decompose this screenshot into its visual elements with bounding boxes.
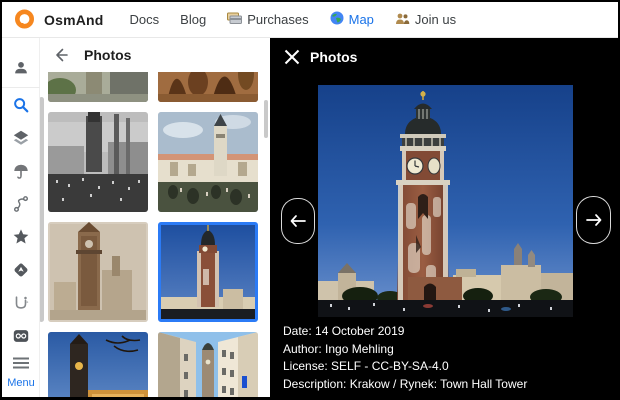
photo-thumbnail-4[interactable] xyxy=(158,112,258,212)
sidebar-item-search[interactable] xyxy=(2,93,40,117)
photo-thumbnail-3[interactable] xyxy=(48,112,148,212)
sidebar-item-plugins[interactable] xyxy=(2,324,40,348)
photo-thumbnail-8[interactable] xyxy=(158,332,258,397)
hamburger-menu-icon xyxy=(12,357,30,369)
meta-license: License: SELF - CC-BY-SA-4.0 xyxy=(283,358,527,376)
nav-blog-label: Blog xyxy=(180,12,206,27)
nav-links: Docs Blog Purchases xyxy=(130,11,457,28)
nav-join-us[interactable]: Join us xyxy=(395,12,456,28)
left-icon-sidebar: Menu xyxy=(2,38,40,397)
menu-label: Menu xyxy=(2,377,40,389)
photo-thumbnail-6-selected[interactable] xyxy=(158,222,258,322)
photo-thumbnail-5[interactable] xyxy=(48,222,148,322)
photos-panel-header: Photos xyxy=(40,38,270,72)
brand-name[interactable]: OsmAnd xyxy=(44,12,104,28)
track-record-icon xyxy=(12,294,30,312)
sidebar-item-routes[interactable] xyxy=(2,192,40,216)
account-icon xyxy=(12,59,30,77)
panel-scrollbar-right[interactable] xyxy=(264,100,268,138)
meta-author: Author: Ingo Mehling xyxy=(283,341,527,359)
sidebar-menu-button[interactable]: Menu xyxy=(2,356,40,389)
umbrella-icon xyxy=(12,162,30,180)
top-navbar: OsmAnd Docs Blog Purchases xyxy=(2,2,618,38)
navigation-diamond-icon xyxy=(12,261,30,279)
sidebar-item-weather[interactable] xyxy=(2,159,40,183)
osmand-web-app: OsmAnd Docs Blog Purchases xyxy=(0,0,620,400)
purchases-icon xyxy=(227,12,242,27)
star-icon xyxy=(12,228,30,246)
sidebar-item-favorites[interactable] xyxy=(2,225,40,249)
main-photo xyxy=(318,85,573,317)
nav-docs-label: Docs xyxy=(130,12,160,27)
nav-purchases[interactable]: Purchases xyxy=(227,12,308,27)
map-globe-icon xyxy=(330,11,344,28)
photo-metadata: Date: 14 October 2019 Author: Ingo Mehli… xyxy=(283,323,527,393)
panel-scrollbar-left[interactable] xyxy=(40,97,44,322)
sidebar-item-track-recording[interactable] xyxy=(2,291,40,315)
nav-blog[interactable]: Blog xyxy=(180,12,206,27)
previous-photo-button[interactable] xyxy=(281,198,315,244)
meta-date: Date: 14 October 2019 xyxy=(283,323,527,341)
osmand-logo-icon[interactable] xyxy=(14,9,35,30)
sidebar-item-layers[interactable] xyxy=(2,126,40,150)
viewer-title: Photos xyxy=(310,49,357,65)
nav-purchases-label: Purchases xyxy=(247,12,308,27)
arrow-right-icon xyxy=(586,214,602,226)
search-icon xyxy=(12,96,30,114)
close-icon xyxy=(284,49,300,65)
next-photo-button[interactable] xyxy=(576,196,611,244)
nav-map-label: Map xyxy=(349,12,374,27)
nav-docs[interactable]: Docs xyxy=(130,12,160,27)
sidebar-item-navigation[interactable] xyxy=(2,258,40,282)
layers-icon xyxy=(12,129,30,147)
meta-description: Description: Krakow / Rynek: Town Hall T… xyxy=(283,376,527,394)
plugin-badge-icon xyxy=(12,327,30,345)
photos-panel-title: Photos xyxy=(84,47,131,63)
sidebar-item-account[interactable] xyxy=(2,56,40,80)
nav-map[interactable]: Map xyxy=(330,11,374,28)
photo-viewer-panel: Photos xyxy=(270,38,618,397)
nav-join-us-label: Join us xyxy=(415,12,456,27)
photo-thumbnail-7[interactable] xyxy=(48,332,148,397)
join-us-icon xyxy=(395,12,410,28)
route-icon xyxy=(12,195,30,213)
arrow-left-icon xyxy=(290,215,306,227)
back-arrow-button[interactable] xyxy=(46,40,76,70)
sidebar-divider xyxy=(2,87,40,88)
back-arrow-icon xyxy=(53,47,69,63)
photos-list-panel: Photos xyxy=(40,38,270,397)
close-button[interactable] xyxy=(282,47,302,67)
